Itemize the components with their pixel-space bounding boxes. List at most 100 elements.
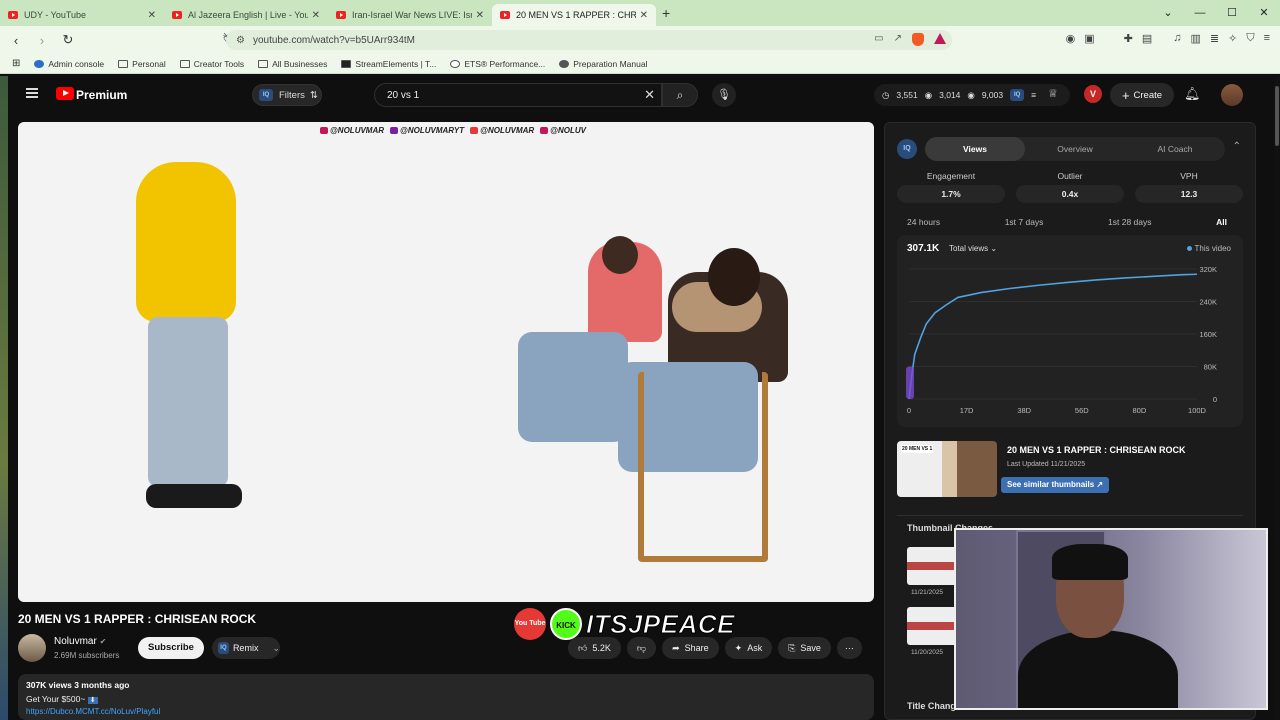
scrollbar-thumb[interactable] <box>1275 86 1279 146</box>
voice-search-button[interactable]: 🎙︎ <box>712 83 736 107</box>
minimize-icon[interactable]: — <box>1184 0 1216 26</box>
dislike-button[interactable]: 👎︎ <box>626 637 657 659</box>
bookmark-admin-console[interactable]: Admin console <box>34 59 104 69</box>
tab-overview[interactable]: Overview <box>1025 137 1125 161</box>
browser-tab[interactable]: Al Jazeera English | Live - YouTube✕ <box>164 4 328 26</box>
like-button[interactable]: 👍︎ 5.2K <box>568 637 621 659</box>
share-button[interactable]: ➦ Share <box>662 637 719 659</box>
bookmarks-bar: ⊞ Admin console Personal Creator Tools A… <box>0 54 1280 74</box>
browser-tab[interactable]: Iran-Israel War News LIVE: Israel Un...✕ <box>328 4 492 26</box>
thumbnail-change-date: 11/21/2025 <box>911 589 944 596</box>
create-button[interactable]: + Create <box>1110 83 1174 107</box>
extension-badge[interactable]: V <box>1084 85 1102 103</box>
total-views-value: 307.1K <box>907 243 940 254</box>
youtube-logo-icon[interactable] <box>56 87 74 100</box>
youtube-favicon-icon <box>8 11 18 19</box>
bookmark-streamelements[interactable]: StreamElements | T... <box>341 59 436 69</box>
clear-search-icon[interactable]: ✕ <box>644 87 655 103</box>
director-chair <box>638 372 768 562</box>
channel-stats-pill[interactable]: ◷ 3,551 ◉ 3,014 ◉ 9,003 IQ ≡ <box>874 84 1070 106</box>
menu-icon[interactable]: ≡ <box>1264 32 1270 45</box>
range-first-7-days[interactable]: 1st 7 days <box>1005 217 1044 227</box>
handle-instagram: @NOLUVMAR <box>320 126 384 135</box>
search-input[interactable]: 20 vs 1 ✕ <box>374 83 662 107</box>
page-scrollbar[interactable] <box>1274 76 1280 720</box>
trophy-icon[interactable]: ♕ <box>1048 87 1058 100</box>
range-all[interactable]: All <box>1216 217 1227 227</box>
new-tab-icon[interactable]: + <box>662 5 670 21</box>
streamelements-icon <box>341 59 352 68</box>
cast-icon[interactable]: ▭ <box>874 33 883 46</box>
description-link[interactable]: https://Dubco.MCMT.cc/NoLuv/Playful <box>26 707 866 716</box>
browser-tab-active[interactable]: 20 MEN VS 1 RAPPER : CHRISEAN ROCK✕ <box>492 4 656 26</box>
menu-icon[interactable] <box>26 88 38 98</box>
x-tick-label: 17D <box>960 406 974 415</box>
youtube-favicon-icon <box>500 11 510 19</box>
forward-icon[interactable]: › <box>32 33 52 48</box>
music-icon[interactable]: ♫ <box>1173 32 1181 45</box>
video-figure-rapper <box>136 162 236 322</box>
back-icon[interactable]: ‹ <box>6 33 26 48</box>
url-field[interactable]: ⚙︎ youtube.com/watch?v=b5UArr934tM ▭ ↗ <box>226 30 952 50</box>
tab-search-icon[interactable]: ⌄ <box>1152 0 1184 26</box>
vpn-icon[interactable]: ◉ <box>1066 32 1076 45</box>
see-similar-thumbnails-button[interactable]: See similar thumbnails ↗ <box>1001 477 1110 493</box>
range-24-hours[interactable]: 24 hours <box>907 217 940 227</box>
video-thumbnail[interactable]: 20 MEN VS 1 <box>897 441 997 497</box>
channel-name[interactable]: Noluvmar ✔ <box>54 636 106 647</box>
premium-label[interactable]: Premium <box>76 88 127 102</box>
extension-icon[interactable]: ▣ <box>1084 32 1094 45</box>
clock-icon: ◷ <box>882 89 890 100</box>
leo-icon[interactable]: ✧ <box>1228 32 1237 45</box>
x-tick-label: 0 <box>907 406 911 415</box>
views-line-chart: 0 80K 160K 240K 320K 0 17D 38D 56D 80D 100D <box>906 265 1217 415</box>
range-first-28-days[interactable]: 1st 28 days <box>1108 217 1151 227</box>
browser-tab[interactable]: UDY - YouTube ✕ <box>0 4 164 26</box>
wallet-icon[interactable]: ⛉ <box>1246 32 1254 45</box>
brave-rewards-icon[interactable] <box>934 33 946 44</box>
save-button[interactable]: ⎘ Save <box>778 637 831 659</box>
bookmark-personal[interactable]: Personal <box>118 59 166 69</box>
video-player[interactable]: @NOLUVMAR @NOLUVMARYT @NOLUVMAR @NOLUV <box>18 122 874 602</box>
screenshot-icon[interactable]: ▤ <box>1142 32 1152 45</box>
close-window-icon[interactable]: ✕ <box>1248 0 1280 26</box>
notifications-icon[interactable]: 🔔︎ <box>1184 86 1201 102</box>
youtube-favicon-icon <box>336 11 346 19</box>
metrics-row: Engagement 1.7% Outlier 0.4x VPH 12.3 <box>897 171 1243 203</box>
reading-list-icon[interactable]: ≣ <box>1210 32 1219 45</box>
close-tab-icon[interactable]: ✕ <box>148 10 156 21</box>
tab-ai-coach[interactable]: AI Coach <box>1125 137 1225 161</box>
search-icon: ⌕ <box>676 88 684 102</box>
description-box[interactable]: 307K views 3 months ago Get Your $500~ ⬇… <box>18 674 874 720</box>
close-tab-icon[interactable]: ✕ <box>476 10 484 21</box>
handle-youtube: @NOLUVMAR <box>470 126 534 135</box>
apps-icon[interactable]: ⊞ <box>12 58 20 69</box>
search-button[interactable]: ⌕ <box>662 83 698 107</box>
channel-avatar[interactable] <box>18 634 46 662</box>
subscribe-button[interactable]: Subscribe <box>138 637 204 659</box>
filters-button[interactable]: IQ Filters ⇅ <box>252 84 322 106</box>
more-actions-button[interactable]: ⋯ <box>836 637 862 659</box>
bookmark-creator-tools[interactable]: Creator Tools <box>179 59 244 69</box>
tab-views[interactable]: Views <box>925 137 1025 161</box>
bookmark-all-businesses[interactable]: All Businesses <box>258 59 327 69</box>
maximize-icon[interactable]: ☐ <box>1216 0 1248 26</box>
total-views-select[interactable]: Total views ⌄ <box>949 244 997 253</box>
x-tick-label: 38D <box>1017 406 1031 415</box>
remix-button[interactable]: IQ Remix ⌄ <box>212 637 280 659</box>
brave-shields-icon[interactable] <box>912 33 924 46</box>
bookmark-ets[interactable]: ETS® Performance... <box>450 59 545 69</box>
streamer-overlay: You Tube KICK ITSJPEACE <box>514 608 735 640</box>
close-tab-icon[interactable]: ✕ <box>312 10 320 21</box>
close-tab-icon[interactable]: ✕ <box>640 10 648 21</box>
sidebar-icon[interactable]: ▥ <box>1190 32 1200 45</box>
reload-icon[interactable]: ↻ <box>58 32 78 48</box>
bookmark-preparation-manual[interactable]: Preparation Manual <box>559 59 647 69</box>
account-avatar[interactable] <box>1221 84 1243 106</box>
chevron-up-icon[interactable]: ⌃ <box>1233 141 1241 152</box>
puzzle-icon[interactable]: ✚ <box>1124 32 1133 45</box>
site-info-icon[interactable]: ⚙︎ <box>236 35 245 46</box>
share-icon[interactable]: ↗ <box>894 33 902 46</box>
list-icon: ≡ <box>1031 90 1037 100</box>
ask-button[interactable]: ✦ Ask <box>724 637 773 659</box>
